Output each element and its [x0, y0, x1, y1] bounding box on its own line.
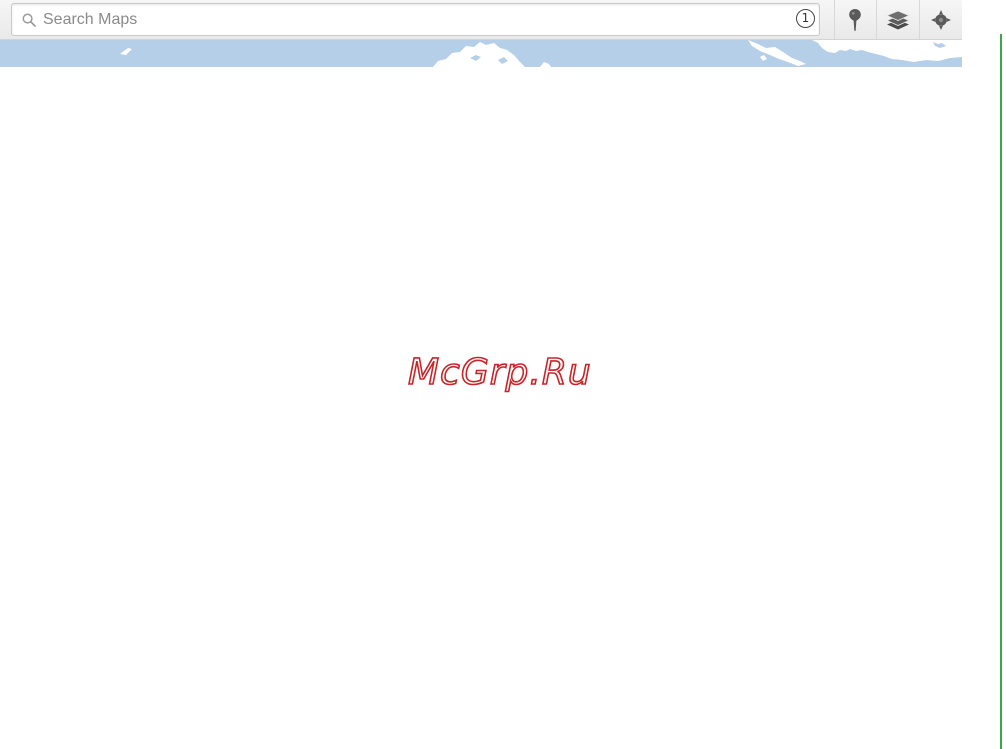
drop-pin-button[interactable]	[834, 0, 876, 39]
map-view[interactable]	[0, 40, 962, 67]
pin-icon	[849, 8, 861, 31]
map-land-shapes	[120, 40, 962, 67]
search-box[interactable]	[11, 3, 820, 36]
locate-me-button[interactable]	[920, 0, 962, 39]
layers-icon	[886, 10, 910, 29]
layers-button[interactable]	[877, 0, 919, 39]
locate-icon	[931, 9, 951, 30]
search-icon	[22, 13, 36, 27]
watermark-text: McGrp.Ru	[407, 351, 592, 394]
page-side-rule	[1000, 34, 1002, 749]
maps-toolbar: 1	[0, 0, 962, 40]
search-input[interactable]	[43, 8, 783, 32]
callout-search: 1	[796, 9, 815, 28]
